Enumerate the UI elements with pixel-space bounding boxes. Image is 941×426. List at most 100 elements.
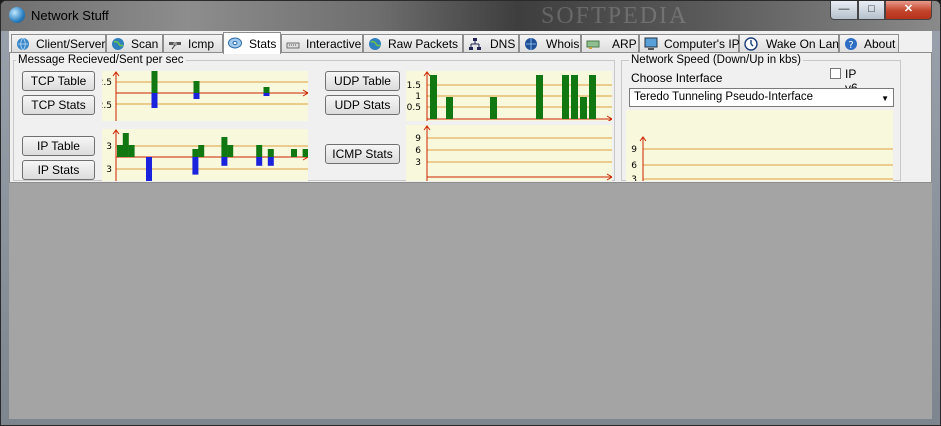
tab-whois[interactable]: Whois — [519, 34, 581, 53]
tcp-ytick: 2.5 — [102, 101, 112, 111]
udp-bar — [562, 75, 569, 119]
tcp-up-bar — [263, 87, 270, 93]
speed-ytick: 3 — [631, 175, 637, 181]
tab-raw-packets[interactable]: Raw Packets — [363, 34, 463, 53]
cd-icon — [228, 37, 242, 49]
power-icon — [744, 37, 758, 51]
ip-up-bar — [256, 145, 263, 157]
icmp-chart-svg: 9 6 3 — [415, 125, 612, 181]
udp-table-button[interactable]: UDP Table — [325, 71, 400, 91]
close-button[interactable]: ✕ — [885, 1, 932, 20]
tcp-ytick: 2.5 — [102, 78, 112, 88]
udp-bar — [536, 75, 543, 119]
tab-wake-on-lan[interactable]: Wake On Lan — [739, 34, 839, 53]
help-icon: ? — [845, 38, 857, 51]
ip-up-bar — [128, 145, 135, 157]
tcp-chart: 2.5 2.5 — [102, 71, 308, 121]
ip-chart-svg: 3 3 — [106, 129, 308, 181]
speed-chart: 9 6 3 — [626, 110, 893, 181]
tcp-up-bar — [151, 71, 158, 93]
udp-bar — [430, 75, 437, 119]
tab-label: About — [864, 37, 896, 51]
ip-up-bar — [291, 149, 297, 157]
udp-bar — [446, 97, 453, 119]
chevron-down-icon[interactable]: ▼ — [881, 90, 889, 107]
tcp-table-button[interactable]: TCP Table — [22, 71, 95, 91]
tab-arp[interactable]: ARP — [581, 34, 639, 53]
tab-label: Scan — [131, 37, 159, 51]
globe-icon — [112, 38, 124, 50]
client-area: Client/Server Scan Icmp Stats Interactiv… — [9, 31, 932, 419]
globe-icon — [525, 38, 537, 50]
tcp-down-bar — [263, 93, 270, 96]
udp-ytick: 1.5 — [407, 81, 421, 91]
ip-up-bar — [267, 149, 274, 157]
main-window: Network Stuff SOFTPEDIA — □ ✕ Client/Ser… — [0, 0, 941, 426]
ip-chart: 3 3 — [102, 129, 308, 181]
ip-ytick: 3 — [106, 165, 112, 175]
tcp-bars — [151, 71, 270, 108]
watermark-text: SOFTPEDIA — [541, 3, 689, 29]
tab-label: Whois — [546, 37, 580, 51]
icmp-ytick: 9 — [415, 134, 421, 144]
network-icon — [469, 38, 481, 50]
tab-dns[interactable]: DNS — [463, 34, 519, 53]
tcp-down-bar — [193, 93, 200, 99]
ip-up-bar — [192, 149, 199, 157]
ip-up-bar — [122, 133, 129, 157]
title-bar[interactable]: Network Stuff SOFTPEDIA — □ ✕ — [1, 1, 940, 31]
ip-ytick: 3 — [106, 142, 112, 152]
satellite-icon — [169, 42, 181, 50]
window-title: Network Stuff — [31, 8, 109, 23]
monitor-icon — [644, 37, 658, 50]
udp-bars — [430, 75, 596, 119]
udp-chart-svg: 1.5 1 0.5 — [407, 71, 612, 121]
ip-down-bar — [256, 157, 263, 166]
stats-panel: Message Recieved/Sent per sec TCP Table … — [9, 52, 932, 183]
tab-computers-ip[interactable]: Computer's IP — [639, 34, 740, 53]
message-rate-title: Message Recieved/Sent per sec — [16, 54, 186, 66]
checkbox-box[interactable] — [830, 68, 841, 79]
udp-bar — [580, 97, 587, 119]
interface-select-value: Teredo Tunneling Pseudo-Interface — [634, 91, 814, 103]
ip-down-bar — [221, 157, 228, 166]
ip-up-bar — [198, 145, 205, 157]
udp-ytick: 0.5 — [407, 103, 421, 113]
tab-scan[interactable]: Scan — [106, 34, 163, 53]
tab-client-server[interactable]: Client/Server — [11, 34, 106, 53]
icmp-stats-button[interactable]: ICMP Stats — [325, 144, 400, 164]
ip-table-button[interactable]: IP Table — [22, 136, 95, 156]
udp-bar — [589, 75, 596, 119]
tab-stats[interactable]: Stats — [223, 32, 281, 54]
tab-label: Icmp — [188, 37, 215, 51]
tab-label: Client/Server — [36, 37, 106, 51]
ip-up-bar — [302, 149, 308, 157]
tab-label: Computer's IP — [664, 37, 740, 51]
ip-down-bar — [146, 157, 152, 181]
udp-bar — [490, 97, 497, 119]
tcp-stats-button[interactable]: TCP Stats — [22, 95, 95, 115]
tab-icmp[interactable]: Icmp — [163, 34, 223, 53]
tab-about[interactable]: ? About — [839, 34, 899, 53]
ip-up-bar — [227, 145, 234, 157]
globe-icon — [369, 38, 381, 50]
tcp-chart-svg: 2.5 2.5 — [102, 71, 308, 121]
ip-down-bar — [192, 157, 199, 175]
minimize-button[interactable]: — — [830, 1, 858, 20]
icmp-ytick: 6 — [415, 146, 421, 156]
app-globe-icon — [9, 7, 25, 23]
tab-label: ARP — [612, 37, 637, 51]
interface-select[interactable]: Teredo Tunneling Pseudo-Interface ▼ — [629, 88, 894, 107]
ip-stats-button[interactable]: IP Stats — [22, 160, 95, 180]
udp-ytick: 1 — [415, 92, 421, 102]
speed-chart-svg: 9 6 3 — [631, 136, 893, 181]
maximize-button[interactable]: □ — [858, 1, 885, 20]
network-speed-title: Network Speed (Down/Up in kbs) — [629, 54, 804, 66]
udp-stats-button[interactable]: UDP Stats — [325, 95, 400, 115]
tab-label: Stats — [249, 37, 277, 51]
tab-interactive[interactable]: Interactive — [281, 34, 363, 53]
tcp-up-bar — [193, 81, 200, 93]
keyboard-icon — [286, 42, 300, 49]
tab-label: Wake On Lan — [766, 37, 839, 51]
ip-up-bar — [221, 137, 228, 157]
